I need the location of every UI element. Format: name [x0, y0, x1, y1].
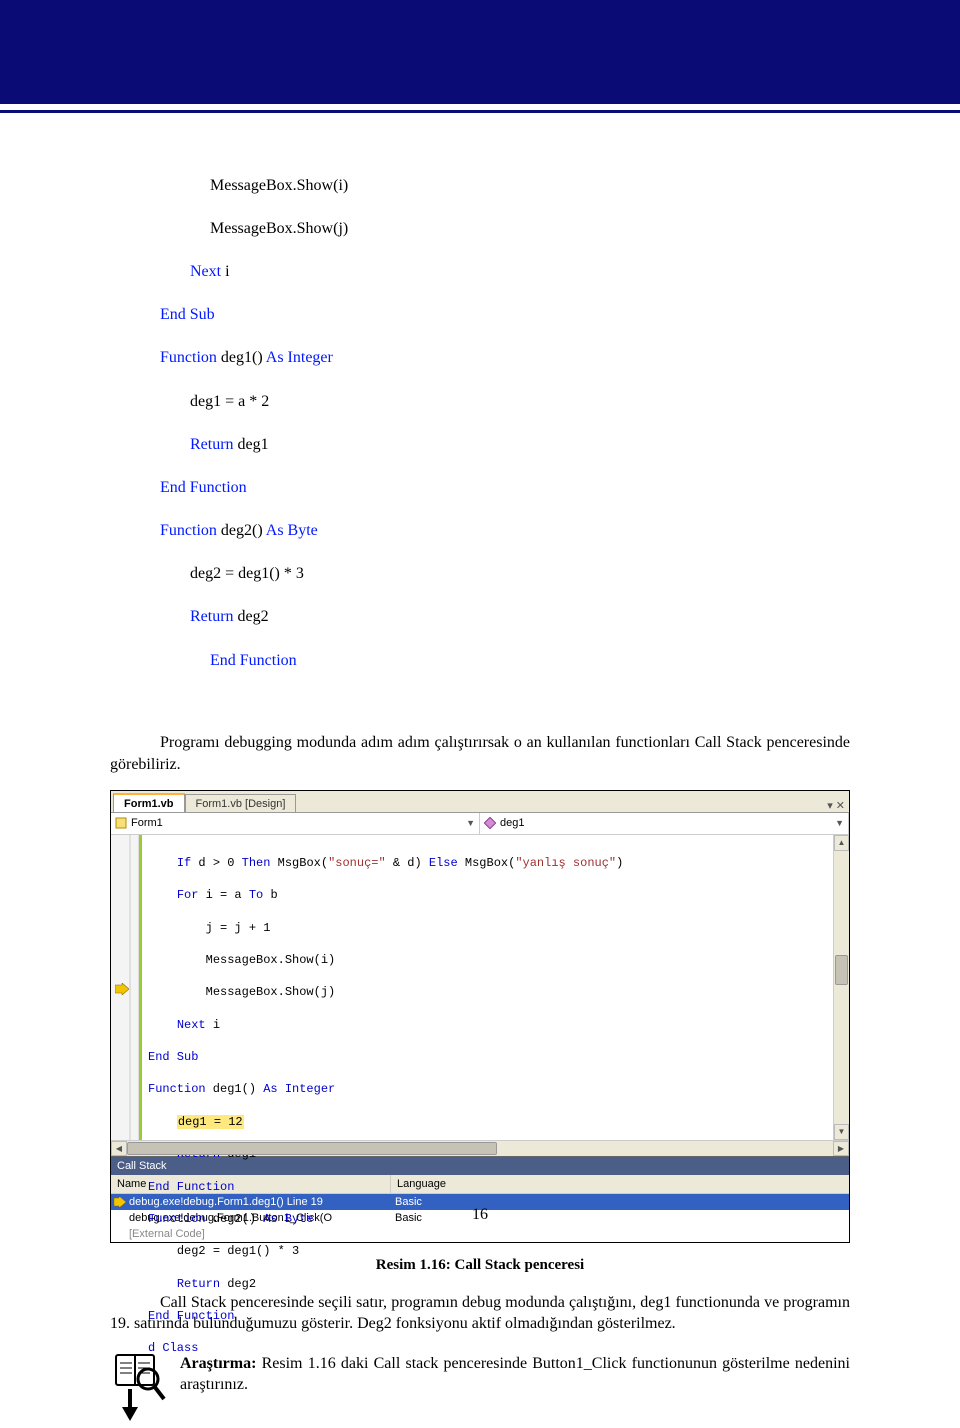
research-text: Araştırma: Resim 1.16 daki Call stack pe… — [180, 1353, 850, 1396]
code-keyword: Next — [190, 263, 221, 280]
code-text: d > 0 — [191, 856, 241, 870]
research-icon — [110, 1353, 168, 1423]
page-content: MessageBox.Show(i) MessageBox.Show(j) Ne… — [0, 113, 960, 1423]
combo-text: Form1 — [131, 817, 462, 829]
scroll-thumb[interactable] — [835, 955, 848, 985]
close-icon[interactable]: ✕ — [836, 799, 845, 812]
code-text: MessageBox.Show(i) — [210, 177, 348, 194]
code-text: b — [263, 888, 277, 902]
code-text: MessageBox.Show(j) — [177, 985, 335, 999]
scroll-left-icon[interactable]: ◀ — [111, 1141, 127, 1156]
research-block: Araştırma: Resim 1.16 daki Call stack pe… — [110, 1353, 850, 1423]
chevron-down-icon: ▼ — [835, 818, 844, 828]
code-keyword: Return — [190, 608, 234, 625]
scroll-track[interactable] — [127, 1141, 833, 1156]
dropdown-icon[interactable]: ▾ — [827, 799, 833, 812]
code-text: deg1 — [234, 436, 269, 453]
scroll-thumb[interactable] — [127, 1142, 497, 1155]
editor-gutter — [111, 835, 139, 1140]
code-string: "sonuç=" — [328, 856, 386, 870]
code-text: & d) — [386, 856, 429, 870]
code-keyword: End Function — [210, 652, 297, 669]
code-editor[interactable]: If d > 0 Then MsgBox("sonuç=" & d) Else … — [111, 835, 849, 1140]
code-string: "yanlış sonuç" — [515, 856, 616, 870]
tab-label: Form1.vb [Design] — [196, 798, 286, 810]
code-keyword: Return — [177, 1277, 220, 1291]
class-icon — [115, 817, 127, 829]
code-text: MsgBox( — [270, 856, 328, 870]
code-keyword: Return — [190, 436, 234, 453]
code-text: j = j + 1 — [177, 921, 271, 935]
code-text: deg2 = deg1() * 3 — [177, 1244, 299, 1258]
code-text: i = a — [198, 888, 248, 902]
combo-text: deg1 — [500, 817, 831, 829]
code-text: MsgBox( — [458, 856, 516, 870]
code-keyword: End Function — [148, 1309, 234, 1323]
code-text: i — [206, 1018, 220, 1032]
header-band — [0, 0, 960, 104]
code-keyword: As Byte — [266, 522, 318, 539]
code-keyword: If — [177, 856, 191, 870]
tab-label: Form1.vb — [124, 798, 174, 810]
class-combo[interactable]: Form1 ▼ — [111, 813, 480, 834]
code-text: deg1() — [206, 1082, 264, 1096]
chevron-down-icon: ▼ — [466, 818, 475, 828]
code-text: deg2() — [217, 522, 266, 539]
code-keyword: End Function — [148, 1180, 234, 1194]
page-number: 16 — [0, 1206, 960, 1224]
code-keyword: Function — [160, 349, 217, 366]
code-keyword: End Sub — [148, 1050, 198, 1064]
code-text: deg2 — [234, 608, 269, 625]
paragraph: Programı debugging modunda adım adım çal… — [110, 732, 850, 775]
code-keyword: Then — [242, 856, 271, 870]
method-icon — [484, 817, 496, 829]
code-keyword: Next — [177, 1018, 206, 1032]
code-keyword: Function — [148, 1082, 206, 1096]
code-keyword: To — [249, 888, 263, 902]
research-body: Resim 1.16 daki Call stack penceresinde … — [180, 1355, 850, 1394]
document-tab-bar: Form1.vb Form1.vb [Design] ▾ ✕ — [111, 791, 849, 813]
vertical-scrollbar[interactable]: ▲ ▼ — [833, 835, 849, 1140]
code-text: i — [221, 263, 229, 280]
code-text: deg2 = deg1() * 3 — [190, 565, 304, 582]
class-member-bar: Form1 ▼ deg1 ▼ — [111, 813, 849, 835]
code-text: MessageBox.Show(j) — [210, 220, 348, 237]
code-keyword: End Function — [160, 479, 247, 496]
frame-icon — [111, 1227, 129, 1241]
research-label: Araştırma: — [180, 1355, 256, 1372]
code-text: deg2 — [220, 1277, 256, 1291]
tab-form1-design[interactable]: Form1.vb [Design] — [185, 794, 297, 812]
code-text: deg1() — [217, 349, 266, 366]
code-keyword: As Integer — [263, 1082, 335, 1096]
current-line-highlight: deg1 = 12 — [177, 1115, 244, 1129]
current-line-arrow-icon — [115, 983, 129, 995]
code-keyword: Function — [160, 522, 217, 539]
code-keyword: For — [177, 888, 199, 902]
horizontal-scrollbar[interactable]: ◀ ▶ — [111, 1140, 849, 1156]
code-keyword: Else — [429, 856, 458, 870]
code-text: MessageBox.Show(i) — [177, 953, 335, 967]
code-listing: MessageBox.Show(i) MessageBox.Show(j) Ne… — [110, 153, 850, 714]
code-text: deg1 = a * 2 — [190, 393, 269, 410]
visual-studio-screenshot: Form1.vb Form1.vb [Design] ▾ ✕ Form1 ▼ d… — [110, 790, 850, 1243]
code-keyword: As Integer — [266, 349, 333, 366]
scroll-up-icon[interactable]: ▲ — [834, 835, 849, 851]
code-keyword: End Sub — [160, 306, 215, 323]
scroll-down-icon[interactable]: ▼ — [834, 1124, 849, 1140]
tab-form1-vb[interactable]: Form1.vb — [113, 793, 185, 812]
code-text-area[interactable]: If d > 0 Then MsgBox("sonuç=" & d) Else … — [139, 835, 849, 1140]
code-text: ) — [616, 856, 623, 870]
member-combo[interactable]: deg1 ▼ — [480, 813, 849, 834]
